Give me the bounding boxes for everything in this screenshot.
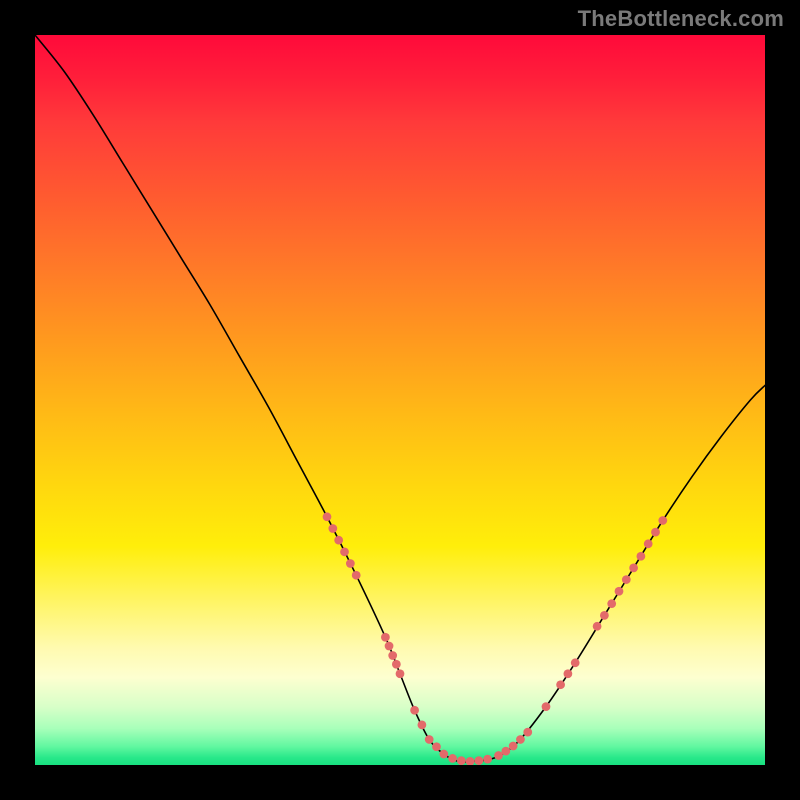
marker-dot	[323, 512, 332, 521]
marker-dot	[340, 547, 349, 556]
marker-dot	[622, 575, 631, 584]
marker-dot	[334, 536, 343, 545]
marker-dots	[35, 35, 765, 765]
marker-dot	[556, 680, 565, 689]
marker-dot	[448, 754, 457, 763]
plot-area	[35, 35, 765, 765]
watermark-text: TheBottleneck.com	[578, 6, 784, 32]
marker-dot	[516, 735, 525, 744]
marker-dot	[637, 552, 646, 561]
marker-dot	[466, 757, 475, 765]
marker-dot	[593, 622, 602, 631]
marker-dot	[474, 756, 483, 765]
marker-dot	[615, 587, 624, 596]
marker-dot	[418, 720, 427, 729]
marker-dot	[328, 524, 337, 533]
chart-frame: TheBottleneck.com	[0, 0, 800, 800]
marker-dot	[571, 658, 580, 667]
marker-dot	[388, 651, 397, 660]
marker-dot	[494, 751, 503, 760]
marker-dot	[396, 669, 405, 678]
marker-dot	[425, 735, 434, 744]
marker-dot	[439, 750, 448, 759]
marker-dot	[385, 642, 394, 651]
marker-dot	[600, 611, 609, 620]
marker-dot	[392, 660, 401, 669]
marker-dot	[483, 755, 492, 764]
marker-dot	[644, 539, 653, 548]
marker-dot	[501, 747, 510, 756]
marker-dot	[509, 742, 518, 751]
marker-dot	[629, 564, 638, 573]
marker-dot	[564, 669, 573, 678]
marker-dot	[352, 571, 361, 580]
marker-dot	[658, 516, 667, 525]
marker-dot	[432, 742, 441, 751]
marker-dot	[410, 706, 419, 715]
marker-dot	[542, 702, 551, 711]
marker-dot	[457, 756, 466, 765]
marker-dot	[346, 559, 355, 568]
marker-dot	[607, 599, 616, 608]
marker-dot	[651, 528, 660, 537]
marker-dot	[381, 633, 390, 642]
marker-dot	[523, 728, 532, 737]
